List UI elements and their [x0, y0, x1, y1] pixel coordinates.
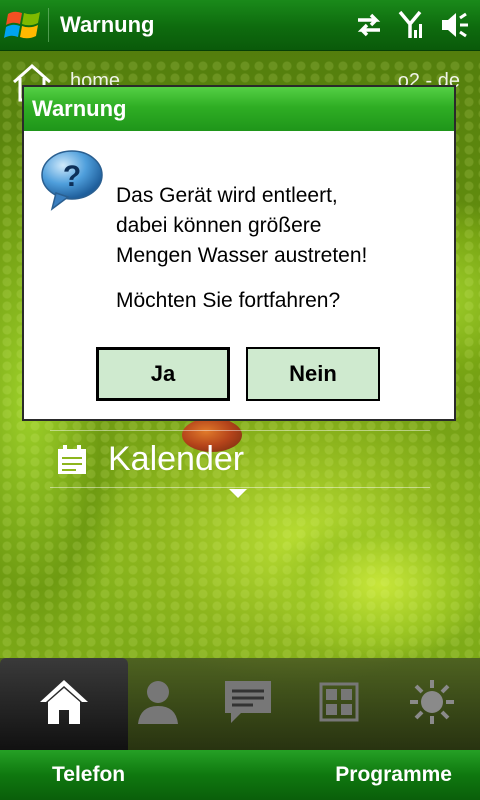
- expand-arrow-icon[interactable]: [229, 489, 247, 498]
- dialog-message-line: Mengen Wasser austreten!: [116, 244, 368, 267]
- windows-start-icon[interactable]: [4, 6, 44, 44]
- signal-strength-icon[interactable]: [398, 10, 426, 40]
- settings-icon: [407, 677, 457, 732]
- contacts-icon: [136, 678, 180, 731]
- calendar-label[interactable]: Kalender: [108, 440, 244, 479]
- divider: [50, 487, 430, 488]
- title-bar: Warnung: [0, 0, 480, 51]
- tab-settings[interactable]: [396, 658, 468, 750]
- softkey-right[interactable]: Programme: [335, 763, 452, 787]
- speaker-icon[interactable]: [440, 10, 470, 40]
- tab-messages[interactable]: [210, 658, 286, 750]
- sync-arrows-icon[interactable]: [354, 11, 384, 39]
- tab-contacts[interactable]: [128, 658, 188, 750]
- no-button[interactable]: Nein: [246, 347, 380, 401]
- tab-apps[interactable]: [306, 658, 372, 750]
- home-icon: [36, 676, 92, 733]
- question-bubble-icon: ?: [40, 149, 104, 216]
- softkey-left[interactable]: Telefon: [52, 763, 125, 787]
- svg-text:?: ?: [63, 160, 81, 193]
- title-separator: [48, 8, 49, 42]
- apps-icon: [319, 682, 359, 727]
- dialog-question: Möchten Sie fortfahren?: [116, 289, 341, 312]
- softkey-bar: Telefon Programme: [0, 750, 480, 800]
- yes-button[interactable]: Ja: [96, 347, 230, 401]
- dialog-message: Das Gerät wird entleert, dabei können gr…: [116, 181, 446, 271]
- dialog-title: Warnung: [24, 87, 454, 131]
- dialog-message-line: Das Gerät wird entleert,: [116, 184, 338, 207]
- tab-bar: [0, 658, 480, 750]
- divider: [50, 430, 430, 431]
- dialog-message-line: dabei können größere: [116, 214, 322, 237]
- warning-dialog: Warnung ? Das Gerät wird entleert, dabei…: [22, 85, 456, 421]
- calendar-icon[interactable]: [56, 444, 90, 481]
- messages-icon: [223, 679, 273, 730]
- tab-home[interactable]: [0, 658, 128, 750]
- window-title: Warnung: [60, 12, 155, 37]
